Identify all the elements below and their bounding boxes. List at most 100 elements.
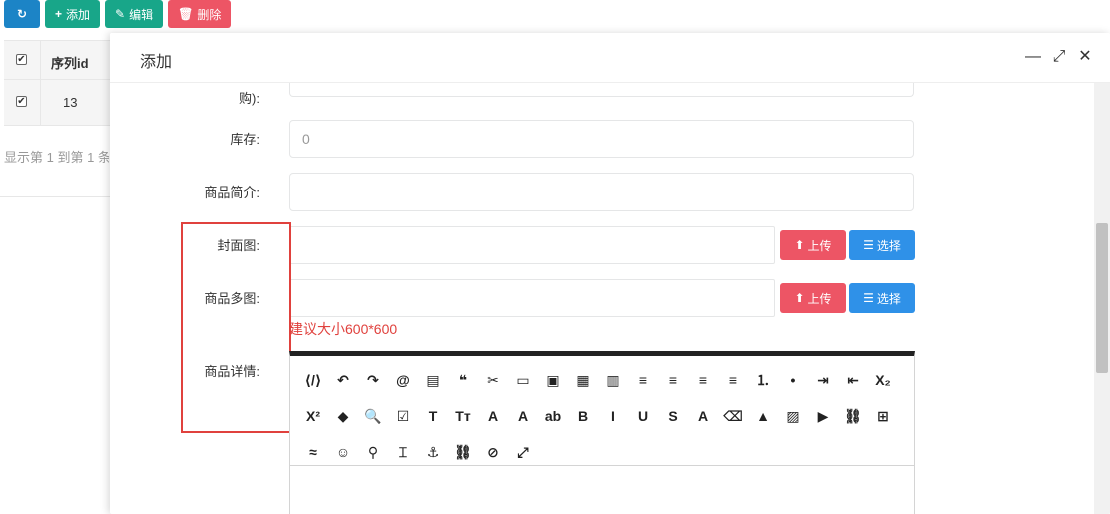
- editor-toolbar-row: ≈ ☺ ⚲ ⌶ ⚓ ⛓ ⊘ ⤢: [298, 434, 914, 470]
- stock-input[interactable]: 0: [289, 120, 914, 158]
- editor-tool-icon[interactable]: ⊞: [868, 404, 898, 428]
- editor-tool-icon[interactable]: T: [418, 404, 448, 428]
- editor-toolbar-row: X² ◆ 🔍 ☑ T Tт A Aab B I U S A ⌫ ▲ ▨ ▶ ⛓ ⊞: [298, 398, 914, 434]
- list-icon: ☰: [863, 291, 874, 305]
- editor-tool-icon[interactable]: B: [568, 404, 598, 428]
- editor-tool-icon[interactable]: ▲: [748, 404, 778, 428]
- editor-tool-icon[interactable]: ⇥: [808, 368, 838, 392]
- editor-tool-icon[interactable]: I: [598, 404, 628, 428]
- multi-upload-button[interactable]: ⬆ 上传: [780, 283, 846, 313]
- select-all-checkbox[interactable]: ✔: [16, 54, 27, 65]
- minimize-icon[interactable]: —: [1025, 49, 1041, 65]
- editor-tool-icon[interactable]: ▥: [598, 368, 628, 392]
- header-id: 序列id: [51, 56, 89, 71]
- editor-tool-icon[interactable]: ⛓: [838, 404, 868, 428]
- table-header: ✔ 序列id: [4, 40, 124, 80]
- editor-tool-icon[interactable]: X₂: [868, 368, 898, 392]
- table-row[interactable]: ✔ 13: [4, 80, 124, 126]
- editor-tool-icon[interactable]: ✂: [478, 368, 508, 392]
- editor-tool-icon[interactable]: •: [778, 368, 808, 392]
- editor-tool-icon[interactable]: ▭: [508, 368, 538, 392]
- editor-tool-icon[interactable]: ≡: [628, 368, 658, 392]
- delete-label: 删除: [197, 7, 222, 22]
- select-label: 选择: [876, 238, 901, 253]
- add-label: 添加: [66, 7, 91, 22]
- editor-tool-icon[interactable]: ⟨/⟩: [298, 368, 328, 392]
- divider: [0, 196, 110, 197]
- scrollbar-thumb[interactable]: [1096, 223, 1108, 373]
- column-divider: [40, 41, 41, 79]
- editor-tool-icon[interactable]: ≡: [658, 368, 688, 392]
- rich-text-editor: ⟨/⟩ ↶ ↷ @ ▤ ❝ ✂ ▭ ▣ ▦ ▥ ≡ ≡ ≡ ≡ ⒈ • ⇥ ⇤ X₂ X² ◆ 🔍 ☑ T Tт A Aab B I U S…: [289, 351, 915, 514]
- scrollbar[interactable]: [1094, 83, 1110, 514]
- editor-tool-icon[interactable]: ⚓: [418, 440, 448, 464]
- editor-tool-icon[interactable]: ↷: [358, 368, 388, 392]
- editor-tool-icon[interactable]: ▶: [808, 404, 838, 428]
- main-toolbar: ↻ + 添加 ✎ 编辑 🗑 删除: [4, 0, 232, 28]
- cover-upload-button[interactable]: ⬆ 上传: [780, 230, 846, 260]
- editor-tool-icon[interactable]: ≡: [718, 368, 748, 392]
- editor-tool-icon[interactable]: ⇤: [838, 368, 868, 392]
- intro-input[interactable]: [289, 173, 914, 211]
- cover-input[interactable]: [289, 226, 775, 264]
- editor-tool-icon[interactable]: ⒈: [748, 368, 778, 392]
- multi-image-input[interactable]: [289, 279, 775, 317]
- trash-icon: 🗑: [178, 7, 194, 21]
- multi-select-button[interactable]: ☰ 选择: [849, 283, 915, 313]
- editor-tool-icon[interactable]: X²: [298, 404, 328, 428]
- editor-tool-icon[interactable]: A: [508, 404, 538, 428]
- prev-field-input[interactable]: [289, 83, 914, 97]
- editor-tool-icon[interactable]: ⌫: [718, 404, 748, 428]
- delete-button[interactable]: 🗑 删除: [168, 0, 232, 28]
- cover-select-button[interactable]: ☰ 选择: [849, 230, 915, 260]
- upload-icon: ⬆: [794, 238, 805, 252]
- modal-title: 添加: [140, 54, 173, 71]
- editor-tool-icon[interactable]: ▤: [418, 368, 448, 392]
- upload-icon: ⬆: [794, 291, 805, 305]
- editor-tool-icon[interactable]: @: [388, 368, 418, 392]
- add-button[interactable]: + 添加: [45, 0, 101, 28]
- add-modal: 添加 — ⤢ ✕ 购): 库存: 0 商品简介: 封面图: ⬆ 上传 ☰ 选择 商品…: [110, 33, 1110, 514]
- maximize-icon[interactable]: ⤢: [1051, 49, 1067, 65]
- row-checkbox[interactable]: ✔: [16, 96, 27, 107]
- editor-tool-icon[interactable]: ☑: [388, 404, 418, 428]
- stock-label: 库存:: [230, 132, 260, 147]
- editor-toolbar: ⟨/⟩ ↶ ↷ @ ▤ ❝ ✂ ▭ ▣ ▦ ▥ ≡ ≡ ≡ ≡ ⒈ • ⇥ ⇤ X₂ X² ◆ 🔍 ☑ T Tт A Aab B I U S…: [290, 356, 914, 466]
- editor-tool-icon[interactable]: ▦: [568, 368, 598, 392]
- editor-tool-icon[interactable]: ⤢: [508, 440, 538, 464]
- editor-tool-icon[interactable]: S: [658, 404, 688, 428]
- editor-content-area[interactable]: [290, 468, 914, 514]
- stock-placeholder: 0: [302, 131, 310, 147]
- editor-tool-icon[interactable]: A: [478, 404, 508, 428]
- column-divider: [40, 80, 41, 125]
- row-id: 13: [63, 95, 78, 110]
- editor-tool-icon[interactable]: ⊘: [478, 440, 508, 464]
- editor-tool-icon[interactable]: ≡: [688, 368, 718, 392]
- editor-tool-icon[interactable]: ≈: [298, 440, 328, 464]
- refresh-button[interactable]: ↻: [4, 0, 40, 28]
- size-hint: 建议大小600*600: [289, 321, 398, 337]
- editor-tool-icon[interactable]: A: [688, 404, 718, 428]
- edit-button[interactable]: ✎ 编辑: [105, 0, 164, 28]
- editor-tool-icon[interactable]: U: [628, 404, 658, 428]
- plus-icon: +: [55, 7, 63, 21]
- editor-tool-icon[interactable]: Tт: [448, 404, 478, 428]
- editor-tool-icon[interactable]: ab: [538, 404, 568, 428]
- editor-tool-icon[interactable]: ▨: [778, 404, 808, 428]
- editor-tool-icon[interactable]: ☺: [328, 440, 358, 464]
- pencil-icon: ✎: [115, 7, 126, 21]
- editor-tool-icon[interactable]: 🔍: [358, 404, 388, 428]
- intro-label: 商品简介:: [204, 185, 260, 200]
- editor-tool-icon[interactable]: ⚲: [358, 440, 388, 464]
- editor-tool-icon[interactable]: ◆: [328, 404, 358, 428]
- editor-tool-icon[interactable]: ▣: [538, 368, 568, 392]
- editor-tool-icon[interactable]: ❝: [448, 368, 478, 392]
- select-label: 选择: [876, 291, 901, 306]
- close-icon[interactable]: ✕: [1077, 49, 1093, 65]
- editor-tool-icon[interactable]: ↶: [328, 368, 358, 392]
- refresh-icon: ↻: [16, 7, 28, 21]
- highlight-box: [181, 222, 291, 433]
- editor-tool-icon[interactable]: ⌶: [388, 440, 418, 464]
- editor-tool-icon[interactable]: ⛓: [448, 440, 478, 464]
- modal-body: 购): 库存: 0 商品简介: 封面图: ⬆ 上传 ☰ 选择 商品多图: ⬆ 上传 ☰…: [110, 83, 1094, 514]
